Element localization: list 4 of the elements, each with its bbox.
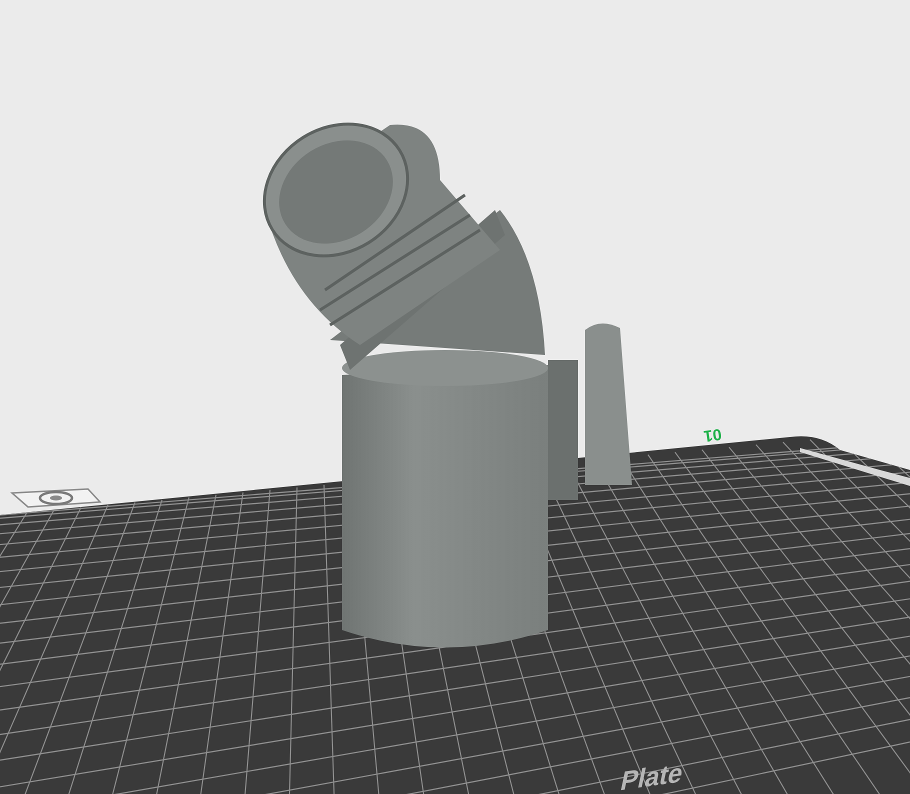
3d-viewport[interactable]: 01 Plate (0, 0, 910, 794)
plate-settings-icon[interactable] (10, 488, 102, 508)
plate-number: 01 (702, 424, 723, 444)
plate-label: Plate (618, 757, 686, 794)
